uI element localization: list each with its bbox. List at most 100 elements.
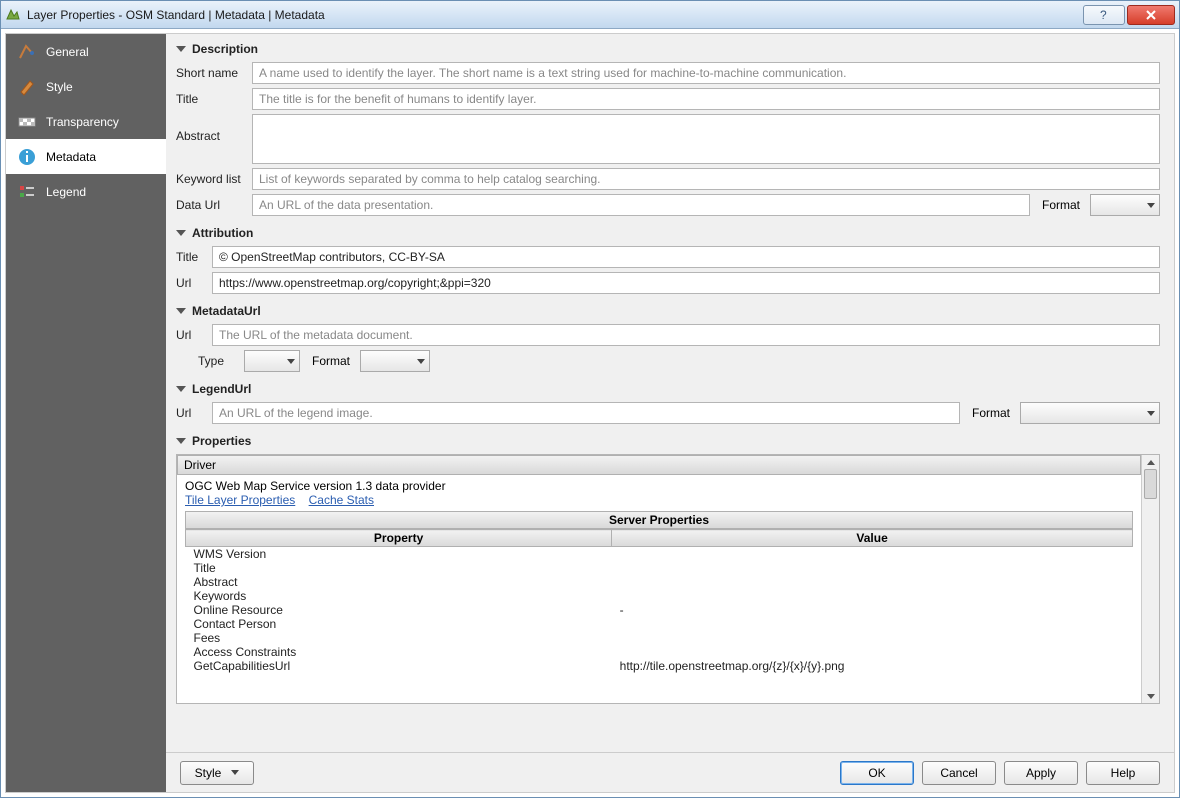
close-button[interactable] — [1127, 5, 1175, 25]
short-name-label: Short name — [176, 66, 246, 80]
meta-format-label: Format — [312, 354, 350, 368]
metadata-icon — [18, 148, 36, 166]
legend-format-combo[interactable] — [1020, 402, 1160, 424]
table-row: Title — [186, 561, 1133, 575]
provider-text: OGC Web Map Service version 1.3 data pro… — [185, 479, 1133, 493]
sidebar-item-transparency[interactable]: Transparency — [6, 104, 166, 139]
table-row: Abstract — [186, 575, 1133, 589]
scroll-thumb[interactable] — [1144, 469, 1157, 499]
cache-stats-link[interactable]: Cache Stats — [309, 493, 374, 507]
col-property: Property — [186, 530, 612, 547]
sidebar-label: Metadata — [46, 150, 96, 164]
legend-format-label: Format — [972, 406, 1010, 420]
keywords-input[interactable] — [252, 168, 1160, 190]
scroll-down-icon[interactable] — [1142, 689, 1159, 703]
sidebar-item-metadata[interactable]: Metadata — [6, 139, 166, 174]
style-menu-button[interactable]: Style — [180, 761, 254, 785]
properties-panel: Driver OGC Web Map Service version 1.3 d… — [177, 455, 1141, 703]
attr-title-label: Title — [176, 250, 206, 264]
properties-scrollbar[interactable] — [1141, 455, 1159, 703]
apply-button[interactable]: Apply — [1004, 761, 1078, 785]
attr-url-label: Url — [176, 276, 206, 290]
abstract-label: Abstract — [176, 114, 246, 143]
property-cell: WMS Version — [186, 547, 612, 562]
dialog-footer: Style OK Cancel Apply Help — [166, 752, 1174, 792]
value-cell: - — [612, 603, 1133, 617]
section-title: Description — [192, 42, 258, 56]
dataurl-label: Data Url — [176, 198, 246, 212]
legend-url-label: Url — [176, 406, 206, 420]
meta-url-input[interactable] — [212, 324, 1160, 346]
section-title: Attribution — [192, 226, 253, 240]
col-value: Value — [612, 530, 1133, 547]
table-row: Access Constraints — [186, 645, 1133, 659]
section-metadataurl: MetadataUrl Url Type Format — [176, 304, 1160, 372]
sidebar-label: Legend — [46, 185, 86, 199]
meta-url-label: Url — [176, 328, 206, 342]
format-label: Format — [1042, 198, 1080, 212]
short-name-input[interactable] — [252, 62, 1160, 84]
svg-text:?: ? — [1100, 9, 1107, 21]
property-cell: Contact Person — [186, 617, 612, 631]
value-cell — [612, 631, 1133, 645]
property-cell: Access Constraints — [186, 645, 612, 659]
chevron-down-icon[interactable] — [176, 46, 186, 52]
chevron-down-icon[interactable] — [176, 230, 186, 236]
section-description: Description Short name Title Abstract — [176, 42, 1160, 216]
dataurl-input[interactable] — [252, 194, 1030, 216]
table-row: Fees — [186, 631, 1133, 645]
table-row: WMS Version — [186, 547, 1133, 562]
value-cell — [612, 575, 1133, 589]
scroll-up-icon[interactable] — [1142, 455, 1159, 469]
property-cell: Fees — [186, 631, 612, 645]
driver-heading: Driver — [177, 455, 1141, 475]
legend-url-input[interactable] — [212, 402, 960, 424]
property-cell: Online Resource — [186, 603, 612, 617]
cancel-button[interactable]: Cancel — [922, 761, 996, 785]
table-row: GetCapabilitiesUrlhttp://tile.openstreet… — [186, 659, 1133, 673]
value-cell — [612, 645, 1133, 659]
chevron-down-icon[interactable] — [176, 308, 186, 314]
attr-url-input[interactable] — [212, 272, 1160, 294]
chevron-down-icon — [231, 770, 239, 775]
keywords-label: Keyword list — [176, 172, 246, 186]
chevron-down-icon[interactable] — [176, 438, 186, 444]
section-title: LegendUrl — [192, 382, 251, 396]
sidebar-item-legend[interactable]: Legend — [6, 174, 166, 209]
server-properties-heading: Server Properties — [185, 511, 1133, 529]
meta-format-combo[interactable] — [360, 350, 430, 372]
attr-title-input[interactable] — [212, 246, 1160, 268]
style-menu-label: Style — [195, 766, 222, 780]
help-button[interactable]: Help — [1086, 761, 1160, 785]
ok-button[interactable]: OK — [840, 761, 914, 785]
transparency-icon — [18, 113, 36, 131]
window-title: Layer Properties - OSM Standard | Metada… — [27, 8, 1081, 22]
style-icon — [18, 78, 36, 96]
chevron-down-icon[interactable] — [176, 386, 186, 392]
abstract-input[interactable] — [252, 114, 1160, 164]
section-title: Properties — [192, 434, 251, 448]
property-cell: Abstract — [186, 575, 612, 589]
sidebar-item-general[interactable]: General — [6, 34, 166, 69]
tile-properties-link[interactable]: Tile Layer Properties — [185, 493, 295, 507]
table-row: Contact Person — [186, 617, 1133, 631]
sidebar-item-style[interactable]: Style — [6, 69, 166, 104]
property-cell: Title — [186, 561, 612, 575]
title-input[interactable] — [252, 88, 1160, 110]
sidebar-label: Transparency — [46, 115, 119, 129]
section-attribution: Attribution Title Url — [176, 226, 1160, 294]
section-properties: Properties Driver OGC Web Map Service ve… — [176, 434, 1160, 704]
titlebar: Layer Properties - OSM Standard | Metada… — [1, 1, 1179, 29]
table-row: Keywords — [186, 589, 1133, 603]
dataurl-format-combo[interactable] — [1090, 194, 1160, 216]
value-cell: http://tile.openstreetmap.org/{z}/{x}/{y… — [612, 659, 1133, 673]
sidebar: General Style Transparency Metadata Lege… — [6, 34, 166, 792]
meta-type-combo[interactable] — [244, 350, 300, 372]
legend-icon — [18, 183, 36, 201]
value-cell — [612, 589, 1133, 603]
help-button[interactable]: ? — [1083, 5, 1125, 25]
meta-type-label: Type — [198, 354, 238, 368]
section-legendurl: LegendUrl Url Format — [176, 382, 1160, 424]
value-cell — [612, 547, 1133, 562]
general-icon — [18, 43, 36, 61]
